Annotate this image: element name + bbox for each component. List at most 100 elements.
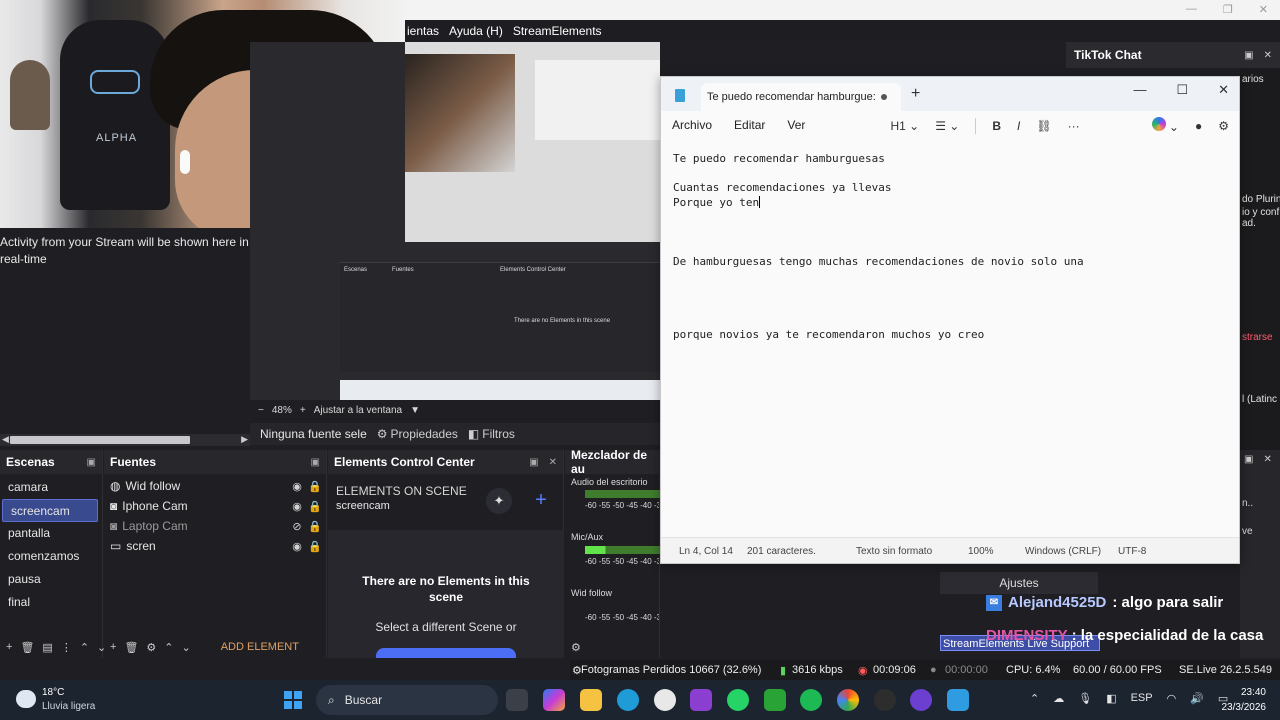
lock-icon[interactable]: 🔒 <box>308 500 322 513</box>
scene-item-screencam[interactable]: screencam <box>2 499 98 522</box>
heading-dropdown[interactable]: H1 ⌄ <box>890 119 919 133</box>
chevron-up-icon[interactable]: ⌃ <box>1030 692 1039 705</box>
notepad-taskbar-icon[interactable] <box>947 689 969 711</box>
close-icon[interactable]: ✕ <box>1264 50 1272 61</box>
obs-window-controls[interactable]: — ❐ ✕ <box>1186 3 1268 16</box>
gear-icon[interactable]: ⚙ <box>571 641 581 654</box>
add-icon[interactable]: + <box>6 641 12 653</box>
maximize-icon[interactable]: ☐ <box>1176 82 1188 98</box>
trash-icon[interactable]: 🗑 <box>124 641 138 654</box>
cloud-rain-icon[interactable] <box>16 690 36 708</box>
list-icon[interactable]: ☰ ⌄ <box>935 119 959 133</box>
settings-button[interactable]: Ajustes <box>940 572 1098 594</box>
filters-button[interactable]: ◧ Filtros <box>468 427 515 441</box>
dock-undock-icon[interactable]: ▣ <box>529 457 538 468</box>
notepad-text-area[interactable]: Te puedo recomendar hamburguesas Cuantas… <box>673 152 1233 537</box>
close-icon[interactable]: ✕ <box>549 457 557 468</box>
maximize-icon[interactable]: ❐ <box>1223 3 1233 16</box>
mic-icon[interactable]: 🎙 <box>1078 692 1092 705</box>
scene-item-pantalla[interactable]: pantalla <box>0 522 102 545</box>
settings-icon[interactable]: ⋮ <box>61 641 72 654</box>
zoom-fit[interactable]: Ajustar a la ventana <box>314 405 402 416</box>
menu-view[interactable]: Ver <box>787 118 805 132</box>
menu-tools[interactable]: ientas <box>407 24 439 38</box>
source-item[interactable]: ▭ scren ◉ 🔒 <box>104 536 326 556</box>
dock-undock-icon[interactable]: ▣ <box>311 457 320 468</box>
add-icon[interactable]: + <box>110 641 116 653</box>
menu-file[interactable]: Archivo <box>672 118 712 132</box>
weather-temperature[interactable]: 18°C <box>42 687 64 698</box>
eye-icon[interactable]: ◉ <box>291 500 303 513</box>
eye-icon[interactable]: ◉ <box>291 540 303 553</box>
ecc-action-button[interactable] <box>376 648 516 658</box>
close-icon[interactable]: ✕ <box>1263 454 1271 465</box>
chatgpt-icon[interactable] <box>654 689 676 711</box>
weather-description[interactable]: Lluvia ligera <box>42 701 95 712</box>
scroll-right-icon[interactable]: ▶ <box>241 434 248 445</box>
dock-undock-icon[interactable]: ▣ <box>1244 50 1253 61</box>
minimize-icon[interactable]: — <box>1133 82 1146 98</box>
obs-icon[interactable] <box>874 689 896 711</box>
file-explorer-icon[interactable] <box>580 689 602 711</box>
menu-help[interactable]: Ayuda (H) <box>449 24 503 38</box>
scene-item-final[interactable]: final <box>0 591 102 614</box>
menu-streamelements[interactable]: StreamElements <box>513 24 602 38</box>
xbox-icon[interactable] <box>764 689 786 711</box>
settings-icon[interactable]: ⚙ <box>146 641 156 654</box>
source-item[interactable]: ◙ Laptop Cam ⊘ 🔒 <box>104 516 326 536</box>
scene-item-camara[interactable]: camara <box>0 476 102 499</box>
more-icon[interactable]: ··· <box>1068 119 1080 133</box>
source-item[interactable]: ◍ Wid follow ◉ 🔒 <box>104 476 326 496</box>
chrome-icon[interactable] <box>837 689 859 711</box>
settings-gear-icon[interactable]: ⚙ <box>1218 119 1229 133</box>
windows-start-icon[interactable] <box>284 691 302 709</box>
magic-wand-icon[interactable]: ✦ <box>486 488 512 514</box>
unsaved-dot-icon[interactable] <box>881 94 887 100</box>
up-icon[interactable]: ⌃ <box>80 641 89 654</box>
taskview-icon[interactable] <box>506 689 528 711</box>
teams-icon[interactable]: ◧ <box>1106 692 1116 705</box>
edge-icon[interactable] <box>617 689 639 711</box>
taskbar-clock[interactable]: 23:40 23/3/2026 <box>1222 685 1267 715</box>
zoom-level[interactable]: 100% <box>968 546 994 557</box>
notepad-tab[interactable]: Te puedo recomendar hamburgue: <box>701 83 901 111</box>
encoding[interactable]: UTF-8 <box>1118 546 1146 557</box>
taskbar-search[interactable]: ⌕ Buscar <box>316 685 498 715</box>
scene-item-comenzamos[interactable]: comenzamos <box>0 545 102 568</box>
add-element-button[interactable]: ADD ELEMENT <box>221 641 299 653</box>
lock-icon[interactable]: 🔒 <box>308 540 322 553</box>
eye-icon[interactable]: ◉ <box>291 480 303 493</box>
zoom-dropdown-icon[interactable]: ▼ <box>410 405 420 416</box>
filter-icon[interactable]: ▤ <box>42 641 52 654</box>
scene-item-pausa[interactable]: pausa <box>0 568 102 591</box>
source-item[interactable]: ◙ Iphone Cam ◉ 🔒 <box>104 496 326 516</box>
up-icon[interactable]: ⌃ <box>164 641 173 654</box>
obs-preview[interactable]: Escenas Fuentes Elements Control Center … <box>250 42 660 400</box>
dock-undock-icon[interactable]: ▣ <box>87 457 96 468</box>
copilot-app-icon[interactable] <box>543 689 565 711</box>
close-icon[interactable]: ✕ <box>1218 82 1229 98</box>
link-icon[interactable]: ⛓ <box>1036 119 1051 133</box>
account-icon[interactable]: ● <box>1195 119 1202 133</box>
properties-button[interactable]: ⚙ Propiedades <box>377 427 458 441</box>
scroll-left-icon[interactable]: ◀ <box>2 434 9 445</box>
wifi-icon[interactable]: ◠ <box>1167 692 1177 705</box>
spotify-icon[interactable] <box>800 689 822 711</box>
lock-icon[interactable]: 🔒 <box>308 520 322 533</box>
trash-icon[interactable]: 🗑 <box>20 641 34 654</box>
minimize-icon[interactable]: — <box>1186 3 1197 16</box>
horizontal-scrollbar[interactable]: ◀ ▶ <box>0 434 250 446</box>
scrollbar-thumb[interactable] <box>10 436 190 444</box>
down-icon[interactable]: ⌄ <box>182 641 191 654</box>
onedrive-icon[interactable]: ☁ <box>1053 692 1064 705</box>
menu-edit[interactable]: Editar <box>734 118 765 132</box>
new-tab-icon[interactable]: + <box>911 85 920 103</box>
close-icon[interactable]: ✕ <box>1259 3 1268 16</box>
lock-icon[interactable]: 🔒 <box>308 480 322 493</box>
volume-icon[interactable]: 🔊 <box>1190 692 1204 705</box>
app-icon[interactable] <box>910 689 932 711</box>
app-icon[interactable] <box>690 689 712 711</box>
eye-hidden-icon[interactable]: ⊘ <box>291 520 303 533</box>
copilot-button[interactable]: ⌄ <box>1151 117 1179 134</box>
language-indicator[interactable]: ESP <box>1131 692 1153 705</box>
